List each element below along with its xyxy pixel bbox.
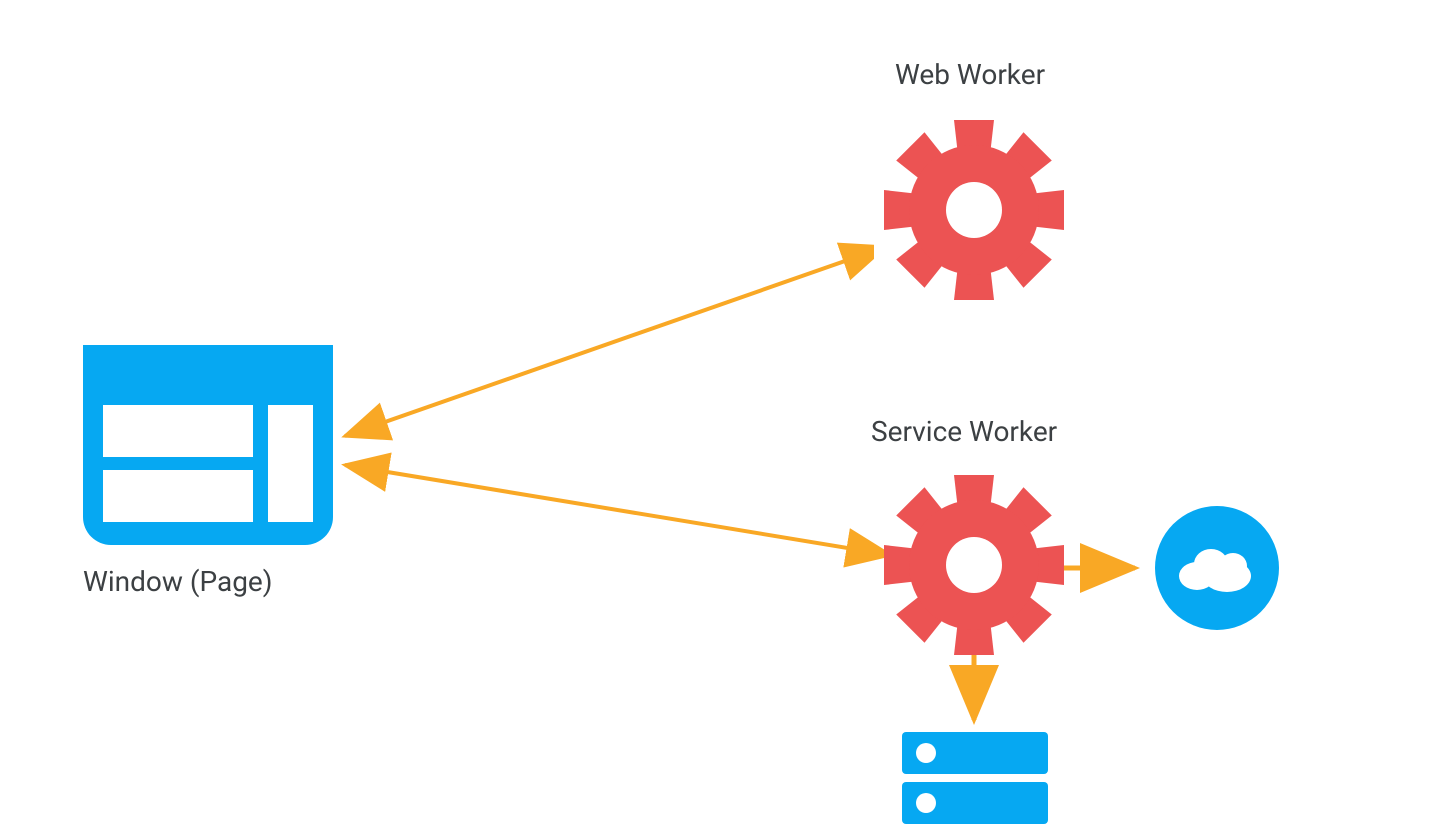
diagram-canvas xyxy=(0,0,1456,836)
cloud-icon xyxy=(1155,506,1279,630)
edge-window-serviceworker xyxy=(345,465,890,555)
service-worker-label: Service Worker xyxy=(871,415,1057,448)
web-worker-gear-icon xyxy=(876,125,1072,305)
server-stack-icon xyxy=(902,732,1048,824)
edge-window-webworker xyxy=(345,247,885,436)
web-worker-label: Web Worker xyxy=(895,58,1045,91)
service-worker-gear-icon xyxy=(884,475,1064,655)
web-worker-gear-icon-clean xyxy=(874,110,1074,310)
window-page-label: Window (Page) xyxy=(83,565,273,598)
window-page-icon xyxy=(83,345,333,545)
